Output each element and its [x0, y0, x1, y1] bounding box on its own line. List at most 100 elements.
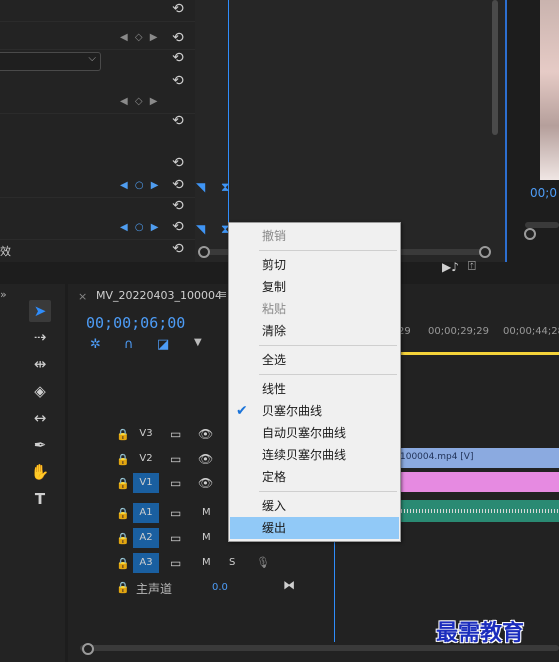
export-icon[interactable]: ⍐	[468, 259, 476, 274]
work-area-bar[interactable]	[398, 352, 559, 355]
snap-magnet-icon[interactable]: ∩	[124, 337, 134, 352]
type-tool-icon[interactable]: T	[29, 488, 51, 510]
lock-icon[interactable]: 🔒	[116, 477, 130, 490]
track-target-v2[interactable]: V2	[133, 449, 159, 469]
menu-item-linear[interactable]: 线性	[230, 378, 399, 400]
menu-item-clear[interactable]: 清除	[230, 320, 399, 342]
eye-icon[interactable]: 👁	[198, 427, 213, 441]
lock-icon[interactable]: 🔒	[116, 557, 130, 570]
nest-icon[interactable]: ✲	[90, 337, 101, 352]
menu-item-bezier-label: 贝塞尔曲线	[262, 404, 323, 418]
reset-icon[interactable]: ⟲	[172, 73, 184, 89]
go-to-point-icon[interactable]: ⧓	[283, 578, 295, 592]
menu-item-copy[interactable]: 复制	[230, 276, 399, 298]
time-ruler[interactable]: 29 00;00;29;29 00;00;44;28	[398, 320, 559, 356]
menu-item-paste[interactable]: 粘贴	[230, 298, 399, 320]
mute-button[interactable]: M	[202, 557, 211, 568]
menu-separator	[259, 250, 397, 251]
menu-item-bezier[interactable]: ✔ 贝塞尔曲线	[230, 400, 399, 422]
timeline-scroll-handle[interactable]	[82, 643, 94, 655]
slip-tool-icon[interactable]: ↔	[29, 407, 51, 429]
sync-lock-icon[interactable]: ▭	[170, 556, 181, 570]
track-target-v1[interactable]: V1	[133, 473, 159, 493]
property-label: 效	[0, 245, 11, 258]
keyframe-nav-icon[interactable]: ◀ ◇ ▶	[120, 32, 159, 43]
reset-icon[interactable]: ⟲	[172, 198, 184, 214]
sequence-tab[interactable]: × MV_20220403_100004 ≡	[68, 284, 238, 309]
reset-icon[interactable]: ⟲	[172, 219, 184, 235]
eye-icon[interactable]: 👁	[198, 452, 213, 466]
sync-lock-icon[interactable]: ▭	[170, 506, 181, 520]
menu-item-cut[interactable]: 剪切	[230, 254, 399, 276]
reset-icon[interactable]: ⟲	[172, 177, 184, 193]
reset-icon[interactable]: ⟲	[172, 241, 184, 257]
clip-a1[interactable]	[398, 500, 559, 522]
solo-button[interactable]: S	[229, 557, 235, 568]
keyframe-nav-icon[interactable]: ◀ ◇ ▶	[120, 96, 159, 107]
keyframe-icon[interactable]: ⧗	[221, 180, 229, 195]
mute-button[interactable]: M	[202, 532, 211, 543]
menu-item-ease-out[interactable]: 缓出	[230, 517, 399, 539]
clip-v1[interactable]	[398, 472, 559, 492]
menu-item-select-all[interactable]: 全选	[230, 349, 399, 371]
menu-item-auto-bezier[interactable]: 自动贝塞尔曲线	[230, 422, 399, 444]
menu-icon[interactable]: ≡	[218, 288, 227, 301]
selection-tool-icon[interactable]: ➤	[29, 300, 51, 322]
program-scroll-handle[interactable]	[524, 228, 536, 240]
menu-item-ease-in[interactable]: 缓入	[230, 495, 399, 517]
clip-v2[interactable]: 100004.mp4 [V]	[398, 448, 559, 468]
timeline-timecode[interactable]: 00;00;06;00	[86, 314, 185, 332]
sync-lock-icon[interactable]: ▭	[170, 531, 181, 545]
panel-expand-icon[interactable]: »	[0, 288, 7, 301]
blend-mode-dropdown[interactable]: ⌵	[0, 52, 101, 71]
sync-lock-icon[interactable]: ▭	[170, 476, 181, 490]
ec-row: ⟲	[0, 0, 195, 22]
menu-item-undo[interactable]: 撤销	[230, 225, 399, 247]
keyframe-nav-icon[interactable]: ◀ ○ ▶	[120, 222, 160, 233]
scroll-thumb[interactable]	[492, 0, 498, 135]
checkmark-icon: ✔	[236, 403, 248, 419]
keyframe-context-menu: 撤销 剪切 复制 粘贴 清除 全选 线性 ✔ 贝塞尔曲线 自动贝塞尔曲线 连续贝…	[228, 222, 401, 542]
linked-selection-icon[interactable]: ◪	[157, 337, 169, 352]
track-target-a3[interactable]: A3	[133, 553, 159, 573]
lock-icon[interactable]: 🔒	[116, 507, 130, 520]
pen-tool-icon[interactable]: ✒	[29, 434, 51, 456]
program-timecode[interactable]: 00;0	[530, 186, 557, 200]
track-target-v3[interactable]: V3	[133, 424, 159, 444]
eye-icon[interactable]: 👁	[198, 476, 213, 490]
keyframe-icon[interactable]: ◥	[196, 222, 205, 236]
hand-tool-icon[interactable]: ✋	[29, 461, 51, 483]
track-target-a2[interactable]: A2	[133, 528, 159, 548]
master-volume[interactable]: 0.0	[212, 582, 228, 593]
voiceover-mic-icon[interactable]: 🎙	[256, 556, 270, 569]
sync-lock-icon[interactable]: ▭	[170, 452, 181, 466]
mute-button[interactable]: M	[202, 507, 211, 518]
scroll-handle-left[interactable]	[198, 246, 210, 258]
menu-separator	[259, 374, 397, 375]
menu-item-hold[interactable]: 定格	[230, 466, 399, 488]
razor-tool-icon[interactable]: ◈	[29, 380, 51, 402]
track-a3: 🔒 A3 ▭ M S 🎙	[68, 552, 398, 576]
scroll-handle-right[interactable]	[479, 246, 491, 258]
lock-icon[interactable]: 🔒	[116, 532, 130, 545]
reset-icon[interactable]: ⟲	[172, 113, 184, 129]
reset-icon[interactable]: ⟲	[172, 1, 184, 17]
lock-icon[interactable]: 🔒	[116, 581, 130, 594]
reset-icon[interactable]: ⟲	[172, 50, 184, 66]
ripple-edit-tool-icon[interactable]: ⇹	[29, 353, 51, 375]
keyframe-icon[interactable]: ◥	[196, 180, 205, 194]
menu-item-continuous-bezier[interactable]: 连续贝塞尔曲线	[230, 444, 399, 466]
lock-icon[interactable]: 🔒	[116, 453, 130, 466]
track-target-a1[interactable]: A1	[133, 503, 159, 523]
play-audio-icon[interactable]: ▶♪	[442, 260, 459, 274]
sync-lock-icon[interactable]: ▭	[170, 427, 181, 441]
add-marker-icon[interactable]: ▼	[194, 337, 202, 348]
close-icon[interactable]: ×	[78, 290, 87, 303]
lock-icon[interactable]: 🔒	[116, 428, 130, 441]
ec-vertical-scrollbar[interactable]	[490, 0, 500, 135]
ec-playhead[interactable]	[228, 0, 229, 244]
reset-icon[interactable]: ⟲	[172, 30, 184, 46]
keyframe-nav-icon[interactable]: ◀ ○ ▶	[120, 180, 160, 191]
reset-icon[interactable]: ⟲	[172, 155, 184, 171]
track-select-tool-icon[interactable]: ⇢	[29, 326, 51, 348]
